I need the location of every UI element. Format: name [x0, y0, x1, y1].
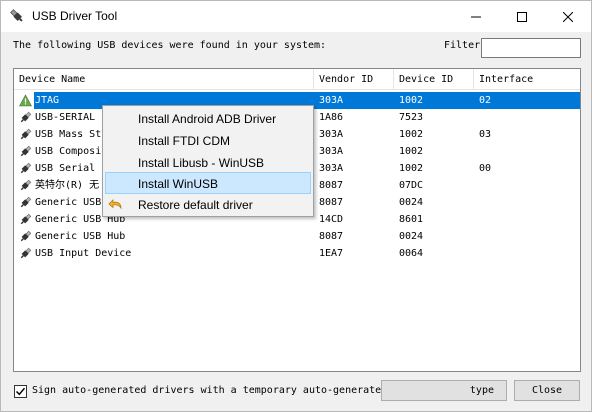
column-header-device-name[interactable]: Device Name — [14, 69, 314, 90]
maximize-button[interactable] — [499, 1, 545, 32]
usb-plug-icon — [9, 8, 25, 24]
menu-item-install-libusb-winusb[interactable]: Install Libusb - WinUSB — [105, 152, 311, 174]
usb-plug-icon — [19, 145, 32, 158]
device-id-cell: 7523 — [399, 112, 424, 123]
vendor-id-cell: 1EA7 — [319, 248, 344, 259]
device-id-cell: 1002 — [399, 129, 424, 140]
interface-cell: 03 — [479, 129, 492, 140]
interface-cell — [479, 211, 579, 228]
usb-plug-icon — [19, 247, 32, 260]
interface-cell — [479, 143, 579, 160]
device-name-cell: Generic USB Hub — [35, 231, 126, 242]
checkmark-icon — [15, 387, 26, 396]
device-id-cell: 0024 — [399, 197, 424, 208]
usb-plug-icon — [19, 213, 32, 226]
vendor-id-cell: 303A — [319, 163, 344, 174]
menu-item-label: Install WinUSB — [138, 177, 219, 191]
usb-driver-tool-window: USB Driver Tool The following USB device… — [0, 0, 592, 412]
warning-triangle-icon — [18, 94, 33, 107]
usb-plug-icon — [19, 179, 32, 192]
close-window-button[interactable] — [545, 1, 591, 32]
usb-plug-icon — [19, 128, 32, 141]
device-id-cell: 1002 — [399, 146, 424, 157]
list-header: Device Name Vendor ID Device ID Interfac… — [14, 69, 580, 90]
window-title: USB Driver Tool — [32, 9, 118, 23]
usb-plug-icon — [19, 196, 32, 209]
maximize-icon — [517, 11, 527, 22]
close-icon — [563, 11, 573, 22]
menu-item-label: Restore default driver — [138, 198, 253, 212]
menu-item-label: Install FTDI CDM — [138, 134, 231, 148]
undo-arrow-icon — [108, 197, 124, 213]
usb-plug-icon — [19, 230, 32, 243]
vendor-id-cell: 1A86 — [319, 112, 344, 123]
menu-item-install-winusb[interactable]: Install WinUSB — [105, 172, 311, 194]
vendor-id-cell: 8087 — [319, 180, 344, 191]
close-button[interactable]: Close — [514, 380, 580, 401]
filter-input[interactable] — [481, 38, 581, 58]
menu-item-label: Install Libusb - WinUSB — [138, 156, 265, 170]
vendor-id-cell: 8087 — [319, 197, 344, 208]
sign-drivers-checkbox[interactable] — [14, 385, 27, 398]
interface-cell — [479, 194, 579, 211]
driver-type-button[interactable]: type — [381, 380, 507, 401]
menu-item-install-ftdi-cdm[interactable]: Install FTDI CDM — [105, 130, 311, 152]
minimize-icon — [471, 16, 481, 17]
table-row[interactable]: Generic USB Hub 8087 0024 — [14, 228, 580, 245]
device-id-cell: 1002 — [399, 163, 424, 174]
column-header-device-id[interactable]: Device ID — [394, 69, 474, 90]
devices-found-label: The following USB devices were found in … — [13, 40, 327, 51]
column-header-interface[interactable]: Interface — [474, 69, 580, 90]
column-header-vendor-id[interactable]: Vendor ID — [314, 69, 394, 90]
driver-type-button-label: type — [469, 385, 494, 396]
interface-cell: 00 — [479, 163, 492, 174]
minimize-button[interactable] — [453, 1, 499, 32]
title-bar[interactable]: USB Driver Tool — [1, 1, 591, 32]
interface-cell: 02 — [479, 95, 492, 106]
device-id-cell: 8601 — [399, 214, 424, 225]
usb-plug-icon — [19, 162, 32, 175]
device-id-cell: 07DC — [399, 180, 424, 191]
context-menu: Install Android ADB Driver Install FTDI … — [102, 105, 314, 217]
interface-cell — [479, 177, 579, 194]
device-id-cell: 0064 — [399, 248, 424, 259]
device-id-cell: 0024 — [399, 231, 424, 242]
interface-cell — [479, 245, 579, 262]
menu-item-install-android-adb[interactable]: Install Android ADB Driver — [105, 108, 311, 130]
vendor-id-cell: 303A — [319, 129, 344, 140]
usb-plug-icon — [19, 111, 32, 124]
device-id-cell: 1002 — [399, 95, 424, 106]
vendor-id-cell: 303A — [319, 146, 344, 157]
menu-item-restore-default-driver[interactable]: Restore default driver — [105, 194, 311, 216]
device-name-cell: USB Input Device — [35, 248, 132, 259]
vendor-id-cell: 303A — [319, 95, 344, 106]
interface-cell — [479, 228, 579, 245]
filter-label: Filter — [444, 40, 481, 51]
vendor-id-cell: 8087 — [319, 231, 344, 242]
menu-item-label: Install Android ADB Driver — [138, 112, 277, 126]
interface-cell — [479, 109, 579, 126]
vendor-id-cell: 14CD — [319, 214, 344, 225]
table-row[interactable]: USB Input Device 1EA7 0064 — [14, 245, 580, 262]
